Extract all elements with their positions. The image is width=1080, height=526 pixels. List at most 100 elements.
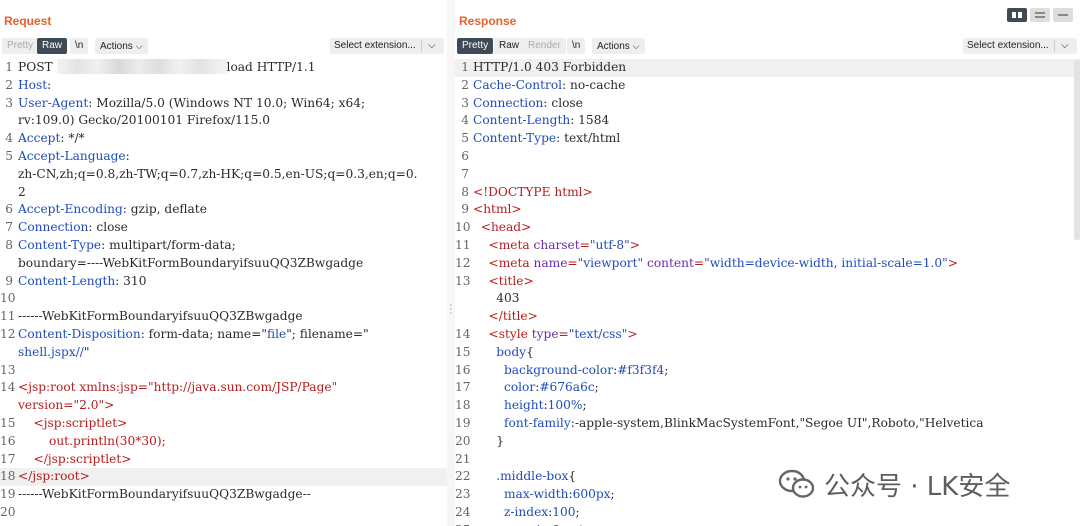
code-line[interactable]: 4 Accept: */* xyxy=(0,130,447,148)
code-line[interactable]: 7 xyxy=(455,166,1080,184)
code-line[interactable]: 8 <!DOCTYPE html> xyxy=(455,184,1080,202)
code-line[interactable]: 9 Content-Length: 310 xyxy=(0,273,447,291)
code-line[interactable]: 6 xyxy=(455,148,1080,166)
code-line[interactable]: 16 background-color:#f3f3f4; xyxy=(455,362,1080,380)
code-text: height:100%; xyxy=(473,397,587,415)
code-line[interactable]: </title> xyxy=(455,308,1080,326)
response-raw-tab[interactable]: Raw xyxy=(494,38,525,54)
line-number: 2 xyxy=(461,77,469,92)
code-token: max-width xyxy=(473,487,569,502)
code-token: <jsp:root xmlns:jsp="http://java.sun.com… xyxy=(18,380,338,395)
line-number: 16 xyxy=(0,433,16,448)
code-text: <meta name="viewport" content="width=dev… xyxy=(473,255,958,273)
code-text: Accept-Language: xyxy=(18,148,130,166)
response-pretty-tab[interactable]: Pretty xyxy=(457,38,494,54)
code-line[interactable]: 17 </jsp:scriptlet> xyxy=(0,451,447,469)
code-line[interactable]: 10 xyxy=(0,290,447,308)
code-line[interactable]: rv:109.0) Gecko/20100101 Firefox/115.0 xyxy=(0,112,447,130)
code-token: <head> xyxy=(473,220,532,235)
code-line[interactable]: 6 Accept-Encoding: gzip, deflate xyxy=(0,201,447,219)
response-select-extension[interactable]: Select extension... ⌵ xyxy=(963,38,1077,54)
request-pretty-tab[interactable]: Pretty xyxy=(2,38,39,54)
code-line[interactable]: shell.jspx//" xyxy=(0,344,447,362)
layout-tabs-icon[interactable] xyxy=(1053,8,1073,22)
code-line[interactable]: 10 <head> xyxy=(455,219,1080,237)
line-number: 10 xyxy=(455,220,471,235)
code-line[interactable]: 9 <html> xyxy=(455,201,1080,219)
response-actions-menu[interactable]: Actions ⌵ xyxy=(592,38,645,54)
line-number: 3 xyxy=(461,95,469,110)
code-line[interactable]: 2 xyxy=(0,184,447,202)
code-token: HTTP/1.0 403 Forbidden xyxy=(473,60,627,74)
code-line[interactable]: 13 xyxy=(0,362,447,380)
response-scrollbar[interactable] xyxy=(1074,60,1080,240)
code-line[interactable]: 11 ------WebKitFormBoundaryifsuuQQ3ZBwgad… xyxy=(0,308,447,326)
code-line[interactable]: 3 Connection: close xyxy=(455,95,1080,113)
code-line[interactable]: 3 User-Agent: Mozilla/5.0 (Windows NT 10.… xyxy=(0,95,447,113)
code-token: : xyxy=(125,148,130,163)
code-text: </jsp:scriptlet> xyxy=(18,451,131,469)
code-line[interactable]: 24 z-index:100; xyxy=(455,504,1080,522)
code-token: : close xyxy=(543,95,583,110)
code-line[interactable]: 403 xyxy=(455,290,1080,308)
code-line[interactable]: 13 <title> xyxy=(455,273,1080,291)
code-line[interactable]: 7 Connection: close xyxy=(0,219,447,237)
response-editor[interactable]: 1 HTTP/1.0 403 Forbidden 2 Cache-Control: n… xyxy=(455,59,1080,526)
code-line[interactable]: 15 body{ xyxy=(455,344,1080,362)
code-line[interactable]: 19 font-family:-apple-system,BlinkMacSys… xyxy=(455,415,1080,433)
code-line[interactable]: 20 xyxy=(0,504,447,522)
layout-toggle xyxy=(1007,8,1075,22)
request-select-extension[interactable]: Select extension... ⌵ xyxy=(330,38,444,54)
code-line[interactable]: 2 Host: xyxy=(0,77,447,95)
pane-divider[interactable] xyxy=(447,0,455,526)
code-text: 403 xyxy=(473,290,519,308)
code-line[interactable]: 1 HTTP/1.0 403 Forbidden xyxy=(455,59,1080,77)
code-token: boundary=----WebKitFormBoundaryifsuuQQ3Z… xyxy=(18,255,364,270)
code-line[interactable]: 16 out.println(30*30); xyxy=(0,433,447,451)
code-token: "utf-8" xyxy=(589,237,630,252)
code-line[interactable]: 18 </jsp:root> xyxy=(0,468,447,487)
layout-side-by-side-icon[interactable] xyxy=(1007,8,1027,22)
code-line[interactable]: version="2.0"> xyxy=(0,397,447,415)
response-newline-toggle[interactable]: \n xyxy=(567,38,586,54)
request-actions-menu[interactable]: Actions ⌵ xyxy=(95,38,148,54)
code-token: "viewport" xyxy=(577,255,644,270)
code-line[interactable]: 5 Accept-Language: xyxy=(0,148,447,166)
code-line[interactable]: 15 <jsp:scriptlet> xyxy=(0,415,447,433)
code-token: color xyxy=(473,380,536,395)
layout-stacked-icon[interactable] xyxy=(1030,8,1050,22)
code-line[interactable]: 19 ------WebKitFormBoundaryifsuuQQ3ZBwgad… xyxy=(0,486,447,504)
request-raw-tab[interactable]: Raw xyxy=(37,38,68,54)
code-token: Content-Type xyxy=(18,237,102,252)
code-token: 600px xyxy=(572,487,611,502)
code-line[interactable]: zh-CN,zh;q=0.8,zh-TW;q=0.7,zh-HK;q=0.5,e… xyxy=(0,166,447,184)
code-line[interactable]: 1 POST load HTTP/1.1 xyxy=(0,59,447,77)
drag-handle-icon[interactable]: · · · xyxy=(449,300,453,319)
line-number: 15 xyxy=(455,344,471,359)
code-token: 100 xyxy=(552,504,576,519)
request-newline-toggle[interactable]: \n xyxy=(70,38,89,54)
code-line[interactable]: 11 <meta charset="utf-8"> xyxy=(455,237,1080,255)
code-token: = xyxy=(558,326,569,341)
response-render-tab[interactable]: Render xyxy=(523,38,566,54)
code-line[interactable]: 17 color:#676a6c; xyxy=(455,379,1080,397)
request-editor[interactable]: 1 POST load HTTP/1.1 2 Host: 3 User-Agent: Mo… xyxy=(0,59,447,526)
response-pane: Response Pretty Raw Render \n Actions ⌵ S… xyxy=(455,0,1080,526)
code-line[interactable]: 18 height:100%; xyxy=(455,397,1080,415)
code-line[interactable]: 20 } xyxy=(455,433,1080,451)
request-actions-label: Actions xyxy=(100,41,133,52)
code-line[interactable]: 8 Content-Type: multipart/form-data; xyxy=(0,237,447,255)
line-number: 22 xyxy=(455,469,471,484)
code-line[interactable]: 4 Content-Length: 1584 xyxy=(455,112,1080,130)
code-line[interactable]: 12 Content-Disposition: form-data; name="… xyxy=(0,326,447,344)
code-line[interactable]: 14 <jsp:root xmlns:jsp="http://java.sun.c… xyxy=(0,379,447,397)
code-line[interactable]: boundary=----WebKitFormBoundaryifsuuQQ3Z… xyxy=(0,255,447,273)
code-text: body{ xyxy=(473,344,534,362)
code-line[interactable]: 14 <style type="text/css"> xyxy=(455,326,1080,344)
code-text: max-width:600px; xyxy=(473,486,615,504)
code-line[interactable]: 12 <meta name="viewport" content="width=… xyxy=(455,255,1080,273)
code-line[interactable]: 5 Content-Type: text/html xyxy=(455,130,1080,148)
code-token: ; xyxy=(664,362,669,377)
code-line[interactable]: 25 margin:0 auto; xyxy=(455,522,1080,526)
code-line[interactable]: 2 Cache-Control: no-cache xyxy=(455,77,1080,95)
